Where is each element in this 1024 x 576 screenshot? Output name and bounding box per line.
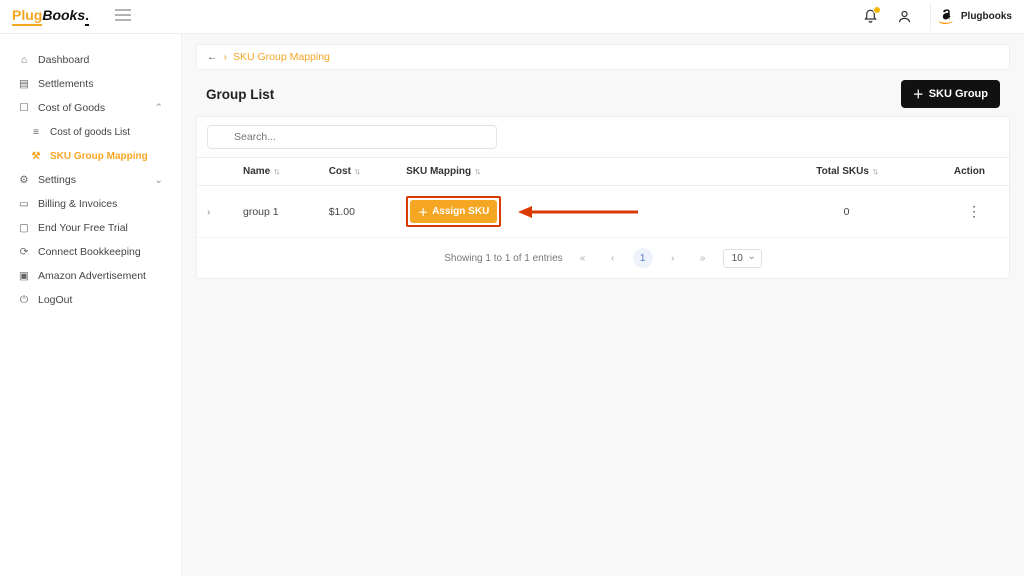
sku-group-table: Name↑↓ Cost↑↓ SKU Mapping↑↓ Total SKUs↑↓… (197, 157, 1009, 238)
sidebar-item-sku-mapping[interactable]: ⚒SKU Group Mapping (0, 144, 181, 168)
col-sku-mapping[interactable]: SKU Mapping↑↓ (396, 158, 784, 186)
highlight-callout: ＋ Assign SKU (406, 196, 501, 227)
table-row: › group 1 $1.00 ＋ Assign SKU (197, 186, 1009, 238)
chevron-right-icon: › (224, 51, 228, 63)
sidebar-item-cost-of-goods[interactable]: ☐Cost of Goods⌃ (0, 96, 181, 120)
user-profile-icon[interactable] (892, 4, 918, 30)
account-label: Plugbooks (961, 11, 1012, 22)
sidebar-item-amazon-ads[interactable]: ▣Amazon Advertisement (0, 264, 181, 288)
chevron-up-icon: ⌃ (154, 102, 163, 114)
page-size-select[interactable]: 10 (723, 249, 762, 268)
plus-icon: ＋ (913, 86, 924, 102)
cell-cost: $1.00 (319, 186, 396, 238)
sidebar-item-settlements[interactable]: ▤Settlements (0, 72, 181, 96)
home-icon: ⌂ (18, 54, 30, 66)
pagination: Showing 1 to 1 of 1 entries « ‹ 1 › » 10 (197, 238, 1009, 278)
sort-icon: ↑↓ (872, 166, 877, 176)
app-logo: PlugBooks. (12, 7, 89, 26)
sort-icon: ↑↓ (474, 166, 479, 176)
expand-row-icon[interactable]: › (207, 207, 210, 218)
sidebar-item-dashboard[interactable]: ⌂Dashboard (0, 48, 181, 72)
connected-account[interactable]: Plugbooks (939, 9, 1012, 25)
assign-sku-button[interactable]: ＋ Assign SKU (410, 200, 497, 223)
sidebar-item-end-trial[interactable]: ▢End Your Free Trial (0, 216, 181, 240)
col-action: Action (909, 158, 1009, 186)
breadcrumb-current[interactable]: SKU Group Mapping (233, 51, 330, 63)
sort-icon: ↑↓ (354, 166, 359, 176)
sidebar-item-connect-bookkeeping[interactable]: ⟳Connect Bookkeeping (0, 240, 181, 264)
col-cost[interactable]: Cost↑↓ (319, 158, 396, 186)
col-name[interactable]: Name↑↓ (233, 158, 319, 186)
sidebar-item-cost-list[interactable]: ≡Cost of goods List (0, 120, 181, 144)
cell-name: group 1 (233, 186, 319, 238)
sidebar-item-logout[interactable]: ⏻LogOut (0, 288, 181, 312)
gear-icon: ⚙ (18, 174, 30, 186)
notification-badge (873, 6, 881, 14)
amazon-icon (939, 9, 955, 25)
page-next[interactable]: › (663, 248, 683, 268)
cell-total: 0 (785, 186, 909, 238)
arrow-callout (518, 205, 638, 222)
notifications-icon[interactable] (858, 4, 884, 30)
breadcrumb: ← › SKU Group Mapping (196, 44, 1010, 70)
power-icon: ⏻ (18, 294, 30, 306)
page-first[interactable]: « (573, 248, 593, 268)
sync-icon: ⟳ (18, 246, 30, 258)
chevron-down-icon: ⌄ (154, 174, 163, 186)
list-icon: ▤ (18, 78, 30, 90)
sublist-icon: ≡ (30, 126, 42, 138)
logo-part-2: Books (42, 7, 85, 23)
page-title: Group List (206, 87, 274, 102)
page-last[interactable]: » (693, 248, 713, 268)
sidebar-item-settings[interactable]: ⚙Settings⌄ (0, 168, 181, 192)
mapping-icon: ⚒ (30, 150, 42, 162)
row-actions-menu[interactable]: ⋮ (967, 203, 981, 219)
page-current[interactable]: 1 (633, 248, 653, 268)
search-input[interactable] (207, 125, 497, 149)
pagination-summary: Showing 1 to 1 of 1 entries (444, 253, 562, 264)
logo-part-1: Plug (12, 7, 42, 26)
card-icon: ▭ (18, 198, 30, 210)
add-sku-group-button[interactable]: ＋ SKU Group (901, 80, 1000, 108)
logo-part-3: . (85, 7, 89, 26)
sort-icon: ↑↓ (273, 166, 278, 176)
stop-icon: ▢ (18, 222, 30, 234)
ad-icon: ▣ (18, 270, 30, 282)
back-icon[interactable]: ← (207, 51, 218, 63)
sidebar-item-billing[interactable]: ▭Billing & Invoices (0, 192, 181, 216)
sidebar: ⌂Dashboard ▤Settlements ☐Cost of Goods⌃ … (0, 34, 182, 576)
box-icon: ☐ (18, 102, 30, 114)
menu-toggle-icon[interactable] (115, 9, 131, 24)
col-total-skus[interactable]: Total SKUs↑↓ (785, 158, 909, 186)
page-prev[interactable]: ‹ (603, 248, 623, 268)
plus-icon: ＋ (418, 204, 428, 219)
